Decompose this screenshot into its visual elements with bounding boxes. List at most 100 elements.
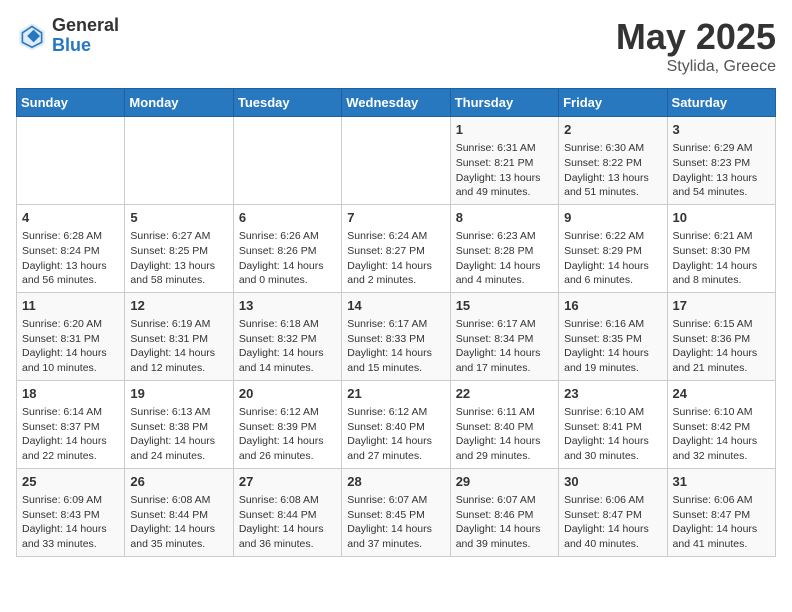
day-info: Daylight: 14 hours and 8 minutes. <box>673 259 770 288</box>
day-number: 16 <box>564 297 661 315</box>
day-info: Sunrise: 6:06 AM <box>564 493 661 508</box>
calendar-week-row: 4Sunrise: 6:28 AMSunset: 8:24 PMDaylight… <box>17 204 776 292</box>
day-info: Sunset: 8:42 PM <box>673 420 770 435</box>
day-info: Sunset: 8:25 PM <box>130 244 227 259</box>
day-info: Sunset: 8:24 PM <box>22 244 119 259</box>
day-info: Sunset: 8:39 PM <box>239 420 336 435</box>
day-info: Daylight: 14 hours and 12 minutes. <box>130 346 227 375</box>
calendar-cell <box>233 117 341 205</box>
calendar-cell: 19Sunrise: 6:13 AMSunset: 8:38 PMDayligh… <box>125 380 233 468</box>
day-number: 30 <box>564 473 661 491</box>
calendar-cell: 8Sunrise: 6:23 AMSunset: 8:28 PMDaylight… <box>450 204 558 292</box>
day-info: Sunset: 8:47 PM <box>564 508 661 523</box>
day-info: Daylight: 14 hours and 4 minutes. <box>456 259 553 288</box>
calendar-cell: 2Sunrise: 6:30 AMSunset: 8:22 PMDaylight… <box>559 117 667 205</box>
day-info: Sunset: 8:44 PM <box>239 508 336 523</box>
day-info: Sunrise: 6:20 AM <box>22 317 119 332</box>
calendar-header-row: SundayMondayTuesdayWednesdayThursdayFrid… <box>17 89 776 117</box>
day-number: 6 <box>239 209 336 227</box>
day-info: Sunrise: 6:15 AM <box>673 317 770 332</box>
day-info: Daylight: 14 hours and 17 minutes. <box>456 346 553 375</box>
calendar-cell: 22Sunrise: 6:11 AMSunset: 8:40 PMDayligh… <box>450 380 558 468</box>
day-header-friday: Friday <box>559 89 667 117</box>
calendar-title: May 2025 <box>616 16 776 58</box>
day-info: Sunrise: 6:11 AM <box>456 405 553 420</box>
day-info: Sunrise: 6:27 AM <box>130 229 227 244</box>
day-number: 17 <box>673 297 770 315</box>
calendar-cell: 12Sunrise: 6:19 AMSunset: 8:31 PMDayligh… <box>125 292 233 380</box>
day-info: Sunset: 8:36 PM <box>673 332 770 347</box>
calendar-cell <box>342 117 450 205</box>
calendar-cell: 23Sunrise: 6:10 AMSunset: 8:41 PMDayligh… <box>559 380 667 468</box>
day-number: 2 <box>564 121 661 139</box>
day-info: Sunset: 8:35 PM <box>564 332 661 347</box>
day-info: Sunset: 8:44 PM <box>130 508 227 523</box>
day-info: Sunrise: 6:10 AM <box>564 405 661 420</box>
day-number: 5 <box>130 209 227 227</box>
day-info: Sunset: 8:43 PM <box>22 508 119 523</box>
day-info: Sunrise: 6:19 AM <box>130 317 227 332</box>
calendar-cell: 11Sunrise: 6:20 AMSunset: 8:31 PMDayligh… <box>17 292 125 380</box>
logo: General Blue <box>16 16 119 56</box>
day-info: Daylight: 14 hours and 41 minutes. <box>673 522 770 551</box>
day-info: Sunset: 8:21 PM <box>456 156 553 171</box>
day-number: 28 <box>347 473 444 491</box>
calendar-cell: 25 Sunrise: 6:09 AMSunset: 8:43 PMDayligh… <box>17 468 125 556</box>
day-info: Sunrise: 6:10 AM <box>673 405 770 420</box>
day-number: 9 <box>564 209 661 227</box>
day-info: Daylight: 14 hours and 26 minutes. <box>239 434 336 463</box>
calendar-cell: 27Sunrise: 6:08 AMSunset: 8:44 PMDayligh… <box>233 468 341 556</box>
page-header: General Blue May 2025 Stylida, Greece <box>16 16 776 76</box>
day-number: 18 <box>22 385 119 403</box>
calendar-week-row: 18 Sunrise: 6:14 AMSunset: 8:37 PM Dayligh… <box>17 380 776 468</box>
day-header-saturday: Saturday <box>667 89 775 117</box>
calendar-cell: 15Sunrise: 6:17 AMSunset: 8:34 PMDayligh… <box>450 292 558 380</box>
day-info: Daylight: 14 hours and 15 minutes. <box>347 346 444 375</box>
day-info: Daylight: 14 hours and 0 minutes. <box>239 259 336 288</box>
day-info: Sunset: 8:37 PM <box>22 420 119 435</box>
day-info: Sunrise: 6:17 AM <box>456 317 553 332</box>
day-info: Daylight: 14 hours and 2 minutes. <box>347 259 444 288</box>
day-info: Sunset: 8:31 PM <box>22 332 119 347</box>
day-info: Daylight: 14 hours and 14 minutes. <box>239 346 336 375</box>
day-info: Sunset: 8:45 PM <box>347 508 444 523</box>
calendar-cell: 4Sunrise: 6:28 AMSunset: 8:24 PMDaylight… <box>17 204 125 292</box>
day-info: Daylight: 13 hours and 49 minutes. <box>456 171 553 200</box>
day-info: Daylight: 14 hours and 30 minutes. <box>564 434 661 463</box>
day-info: Daylight: 14 hours and 33 minutes. <box>22 522 119 551</box>
calendar-cell: 3Sunrise: 6:29 AMSunset: 8:23 PMDaylight… <box>667 117 775 205</box>
day-info: Daylight: 14 hours and 32 minutes. <box>673 434 770 463</box>
day-info: Daylight: 14 hours and 37 minutes. <box>347 522 444 551</box>
logo-blue: Blue <box>52 36 119 56</box>
day-info: Sunset: 8:41 PM <box>564 420 661 435</box>
logo-text: General Blue <box>52 16 119 56</box>
day-info: Sunrise: 6:18 AM <box>239 317 336 332</box>
calendar-cell: 20Sunrise: 6:12 AMSunset: 8:39 PMDayligh… <box>233 380 341 468</box>
day-info: Daylight: 14 hours and 39 minutes. <box>456 522 553 551</box>
day-info: Daylight: 14 hours and 6 minutes. <box>564 259 661 288</box>
day-number: 3 <box>673 121 770 139</box>
calendar-cell: 24Sunrise: 6:10 AMSunset: 8:42 PMDayligh… <box>667 380 775 468</box>
day-info: Sunrise: 6:14 AM <box>22 405 119 420</box>
day-header-thursday: Thursday <box>450 89 558 117</box>
day-info: Sunrise: 6:23 AM <box>456 229 553 244</box>
calendar-cell: 21Sunrise: 6:12 AMSunset: 8:40 PMDayligh… <box>342 380 450 468</box>
day-number: 22 <box>456 385 553 403</box>
day-info: Sunrise: 6:09 AM <box>22 493 119 508</box>
day-number: 25 <box>22 473 119 491</box>
day-number: 4 <box>22 209 119 227</box>
day-header-wednesday: Wednesday <box>342 89 450 117</box>
logo-general: General <box>52 16 119 36</box>
calendar-cell <box>17 117 125 205</box>
day-number: 21 <box>347 385 444 403</box>
day-info: Sunset: 8:30 PM <box>673 244 770 259</box>
calendar-table: SundayMondayTuesdayWednesdayThursdayFrid… <box>16 88 776 557</box>
calendar-cell: 16Sunrise: 6:16 AMSunset: 8:35 PMDayligh… <box>559 292 667 380</box>
day-info: Sunset: 8:40 PM <box>456 420 553 435</box>
calendar-cell: 14Sunrise: 6:17 AMSunset: 8:33 PMDayligh… <box>342 292 450 380</box>
day-info: Daylight: 13 hours and 56 minutes. <box>22 259 119 288</box>
calendar-cell: 10Sunrise: 6:21 AMSunset: 8:30 PMDayligh… <box>667 204 775 292</box>
calendar-cell: 7Sunrise: 6:24 AMSunset: 8:27 PMDaylight… <box>342 204 450 292</box>
day-number: 8 <box>456 209 553 227</box>
calendar-cell: 30Sunrise: 6:06 AMSunset: 8:47 PMDayligh… <box>559 468 667 556</box>
